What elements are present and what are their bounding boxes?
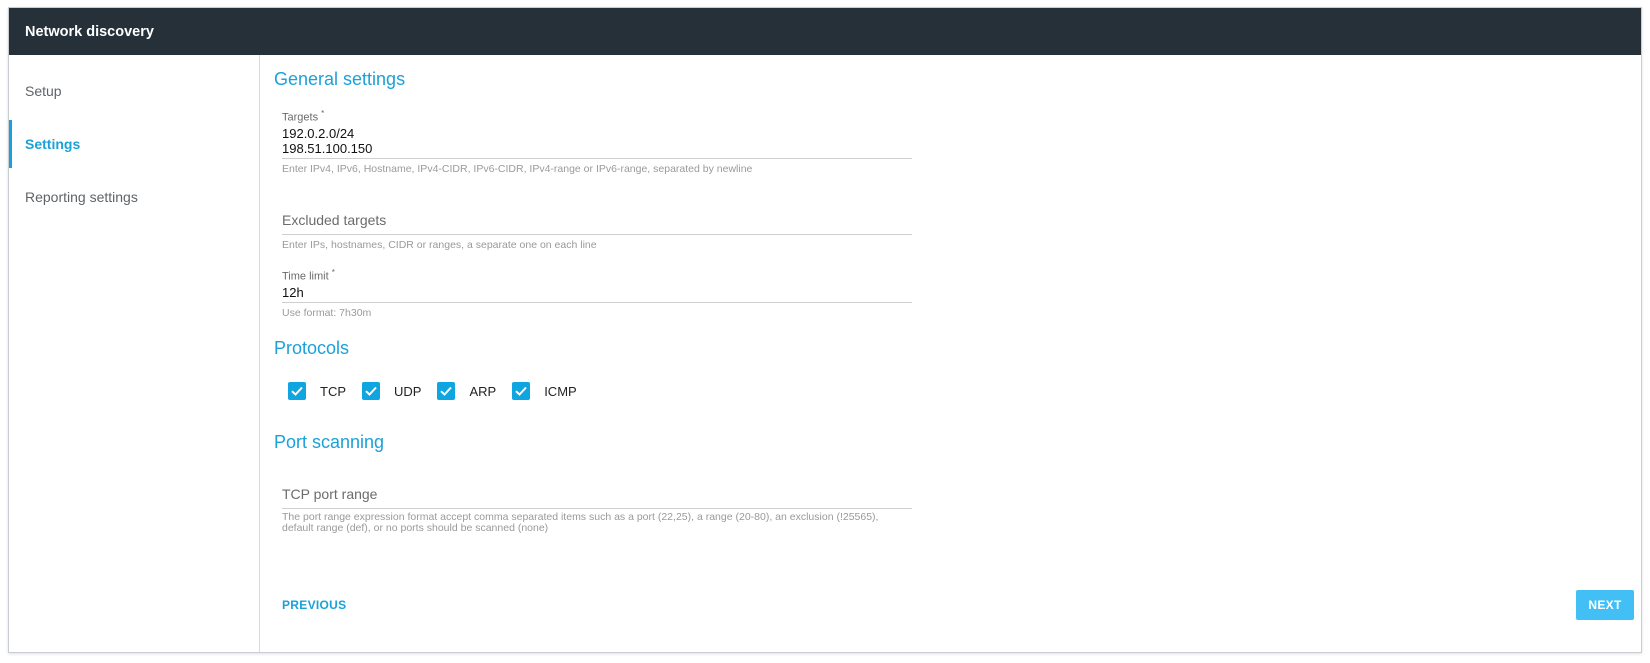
- time-limit-helper: Use format: 7h30m: [282, 306, 372, 319]
- checkbox-checked-icon[interactable]: [288, 382, 306, 400]
- sidebar-item-label: Reporting settings: [25, 189, 138, 205]
- protocol-icmp[interactable]: ICMP: [512, 382, 577, 400]
- sidebar-item-label: Settings: [25, 136, 81, 152]
- checkbox-checked-icon[interactable]: [362, 382, 380, 400]
- section-title-protocols: Protocols: [274, 338, 350, 358]
- protocol-label: UDP: [394, 383, 422, 399]
- sidebar-item-reporting-settings[interactable]: Reporting settings: [9, 173, 259, 221]
- checkbox-checked-icon[interactable]: [512, 382, 531, 400]
- targets-label: Targets *: [282, 109, 325, 124]
- time-limit-input[interactable]: 12h: [282, 283, 912, 303]
- time-limit-label: Time limit *: [282, 268, 335, 283]
- tcp-port-range-helper: The port range expression format accept …: [282, 511, 879, 534]
- protocol-label: ARP: [469, 383, 497, 399]
- excluded-targets-helper: Enter IPs, hostnames, CIDR or ranges, a …: [282, 239, 597, 251]
- next-button[interactable]: NEXT: [1576, 590, 1634, 620]
- protocol-label: ICMP: [544, 383, 577, 399]
- tcp-port-range-field[interactable]: TCP port range The port range expression…: [282, 486, 912, 534]
- main-panel: General settings Targets * 192.0.2.0/24 …: [260, 55, 1641, 652]
- protocol-arp[interactable]: ARP: [437, 382, 496, 400]
- targets-helper: Enter IPv4, IPv6, Hostname, IPv4-CIDR, I…: [282, 162, 753, 175]
- sidebar-item-settings[interactable]: Settings: [9, 120, 259, 168]
- dialog: Network discovery Setup Settings Reporti…: [8, 7, 1642, 653]
- target-entry: 198.51.100.150: [282, 140, 373, 156]
- target-entry: 192.0.2.0/24: [282, 125, 355, 141]
- sidebar: Setup Settings Reporting settings: [9, 55, 260, 652]
- section-title-port-scanning: Port scanning: [274, 432, 385, 452]
- required-mark: *: [331, 268, 335, 277]
- excluded-targets-input[interactable]: Excluded targets: [282, 212, 912, 235]
- protocol-tcp[interactable]: TCP: [288, 382, 346, 400]
- tcp-port-range-input[interactable]: TCP port range: [282, 486, 912, 509]
- protocol-label: TCP: [320, 383, 346, 399]
- checkbox-checked-icon[interactable]: [437, 382, 456, 400]
- window-title: Network discovery: [9, 8, 1641, 55]
- targets-field[interactable]: Targets * 192.0.2.0/24 198.51.100.150 En…: [282, 109, 912, 175]
- sidebar-item-label: Setup: [25, 83, 62, 99]
- excluded-targets-field[interactable]: Excluded targets Enter IPs, hostnames, C…: [282, 212, 912, 251]
- sidebar-item-setup[interactable]: Setup: [9, 67, 259, 115]
- targets-textarea[interactable]: 192.0.2.0/24 198.51.100.150: [282, 124, 912, 159]
- previous-button[interactable]: PREVIOUS: [282, 598, 346, 612]
- section-title-general: General settings: [274, 69, 406, 89]
- protocol-checkboxes: TCP UDP ARP ICMP: [288, 382, 593, 400]
- protocol-udp[interactable]: UDP: [362, 382, 421, 400]
- time-limit-field[interactable]: Time limit * 12h Use format: 7h30m: [282, 268, 912, 319]
- window-title-text: Network discovery: [25, 23, 154, 40]
- required-mark: *: [321, 109, 325, 118]
